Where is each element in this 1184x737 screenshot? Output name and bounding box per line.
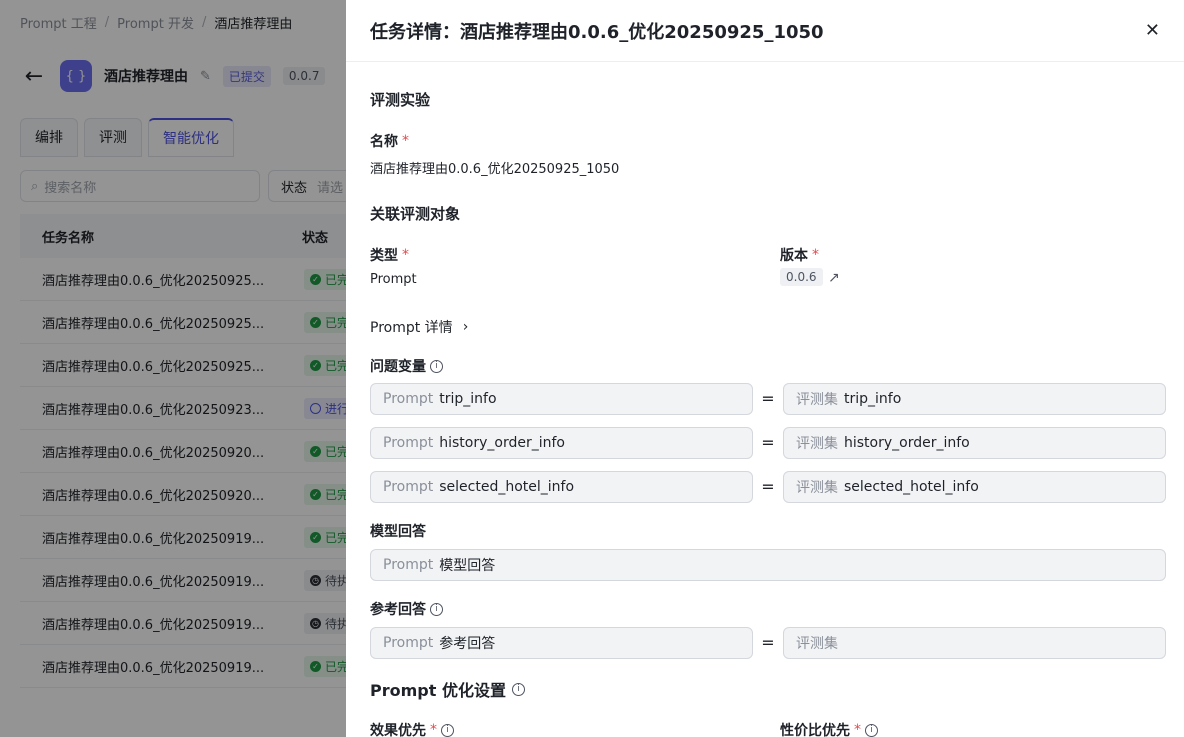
required-mark: * [430, 722, 437, 737]
prompt-detail-text: Prompt 详情 [370, 320, 453, 336]
ref-answer-label-text: 参考回答 [370, 602, 426, 618]
external-link-icon[interactable]: ↗ [828, 270, 840, 286]
ref-answer-label: 参考回答 i [370, 599, 443, 619]
required-mark: * [402, 247, 409, 263]
field-value: history_order_info [844, 435, 970, 451]
section-optimize-text: Prompt 优化设置 [370, 681, 506, 700]
close-icon[interactable]: ✕ [1145, 20, 1160, 41]
cost-label-text: 性价比优先 [780, 723, 850, 737]
section-object-title: 关联评测对象 [370, 205, 461, 223]
var-right-field: 评测集 history_order_info [783, 427, 1166, 459]
info-icon[interactable]: i [430, 602, 443, 616]
vars-label-text: 问题变量 [370, 359, 426, 375]
info-icon[interactable]: i [441, 723, 454, 737]
field-value: 模型回答 [439, 558, 496, 574]
prompt-detail-toggle[interactable]: Prompt 详情 › [370, 317, 468, 337]
field-prefix: 评测集 [796, 480, 838, 496]
vars-label: 问题变量 i [370, 356, 443, 376]
info-icon[interactable]: i [865, 723, 878, 737]
equals-sign: = [761, 389, 775, 408]
info-icon[interactable]: i [511, 682, 525, 696]
field-prefix: Prompt [383, 391, 434, 407]
name-value: 酒店推荐理由0.0.6_优化20250925_1050 [370, 162, 620, 177]
ref-answer-left-field: Prompt 参考回答 [370, 627, 753, 659]
drawer-title: 任务详情：酒店推荐理由0.0.6_优化20250925_1050 [370, 21, 824, 43]
var-right-field: 评测集 selected_hotel_info [783, 471, 1166, 503]
field-prefix: Prompt [383, 557, 434, 573]
required-mark: * [854, 722, 861, 737]
required-mark: * [812, 247, 819, 263]
equals-sign: = [761, 433, 775, 452]
equals-sign: = [761, 477, 775, 496]
cost-priority-label: 性价比优先 * i [780, 720, 878, 737]
field-prefix: Prompt [383, 635, 434, 651]
type-label-text: 类型 [370, 248, 398, 264]
var-left-field: Prompt trip_info [370, 383, 753, 415]
field-prefix: Prompt [383, 435, 434, 451]
model-answer-label: 模型回答 [370, 524, 426, 540]
section-optimize-title: Prompt 优化设置 i [370, 677, 525, 701]
version-label: 版本 * [780, 245, 819, 265]
var-right-field: 评测集 trip_info [783, 383, 1166, 415]
effect-priority-label: 效果优先 * i [370, 720, 454, 737]
field-prefix: 评测集 [796, 436, 838, 452]
var-left-field: Prompt history_order_info [370, 427, 753, 459]
section-experiment-title: 评测实验 [370, 91, 431, 109]
effect-label-text: 效果优先 [370, 723, 426, 737]
field-prefix: 评测集 [796, 636, 838, 652]
field-value: trip_info [844, 391, 902, 407]
version-value-badge: 0.0.6 [780, 268, 823, 286]
version-label-text: 版本 [780, 248, 808, 264]
field-value: selected_hotel_info [439, 479, 575, 495]
drawer-header: 任务详情：酒店推荐理由0.0.6_优化20250925_1050 ✕ [346, 0, 1184, 62]
equals-sign: = [761, 633, 775, 652]
info-icon[interactable]: i [430, 359, 443, 373]
task-detail-drawer: 任务详情：酒店推荐理由0.0.6_优化20250925_1050 ✕ 评测实验 … [346, 0, 1184, 737]
name-label: 名称 * [370, 131, 409, 151]
type-label: 类型 * [370, 245, 409, 265]
var-left-field: Prompt selected_hotel_info [370, 471, 753, 503]
field-value: history_order_info [439, 435, 565, 451]
ref-answer-right-field: 评测集 [783, 627, 1166, 659]
model-answer-field: Prompt 模型回答 [370, 549, 1166, 581]
field-value: selected_hotel_info [844, 479, 979, 495]
field-value: trip_info [439, 391, 497, 407]
type-value: Prompt [370, 272, 417, 287]
field-prefix: 评测集 [796, 392, 838, 408]
field-value: 参考回答 [439, 636, 496, 652]
field-prefix: Prompt [383, 479, 434, 495]
name-label-text: 名称 [370, 134, 398, 150]
chevron-right-icon: › [462, 319, 469, 335]
required-mark: * [402, 133, 409, 149]
